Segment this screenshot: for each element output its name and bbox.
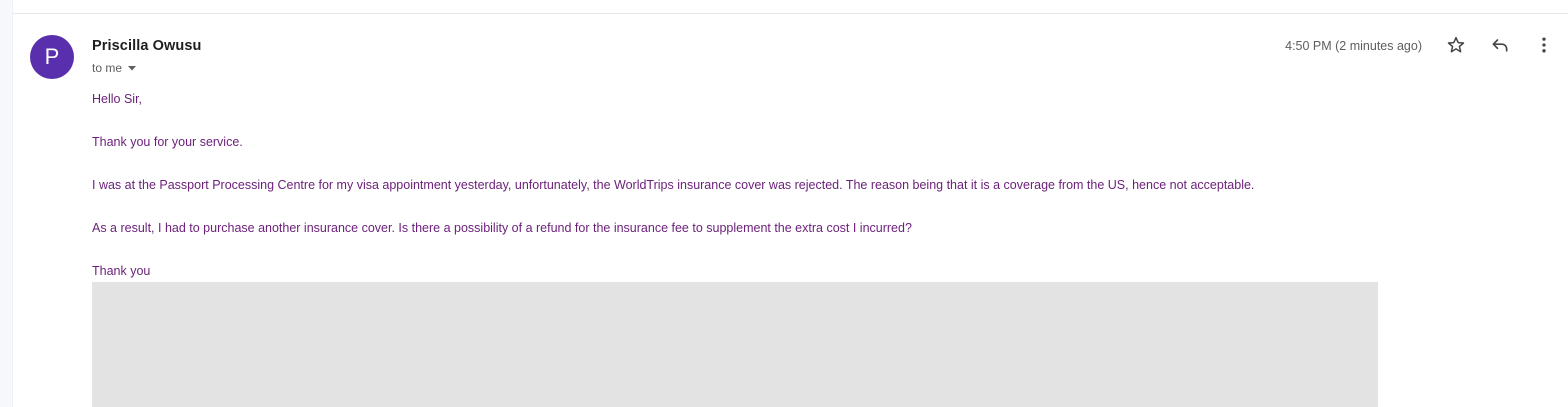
sender-name[interactable]: Priscilla Owusu (92, 38, 202, 54)
more-options-button[interactable] (1532, 35, 1556, 59)
reply-icon (1490, 35, 1510, 60)
body-line: Thank you for your service. (92, 135, 243, 149)
more-vert-icon (1534, 35, 1554, 60)
message-body: Hello Sir, Thank you for your service. I… (92, 91, 1532, 279)
reply-button[interactable] (1488, 35, 1512, 59)
body-line: As a result, I had to purchase another i… (92, 221, 912, 235)
star-button[interactable] (1444, 35, 1468, 59)
body-line: Thank you (92, 264, 151, 278)
top-divider (13, 13, 1568, 14)
sender-avatar[interactable]: P (30, 35, 74, 79)
body-line: Hello Sir, (92, 92, 143, 106)
star-icon (1446, 35, 1466, 60)
email-view: P Priscilla Owusu to me 4:50 PM (2 minut… (0, 0, 1568, 407)
recipient-label: to me (92, 61, 123, 75)
body-line: I was at the Passport Processing Centre … (92, 178, 1255, 192)
message-timestamp: 4:50 PM (2 minutes ago) (1285, 39, 1422, 53)
left-nav-edge (0, 0, 13, 407)
redacted-signature-block (92, 282, 1378, 407)
caret-down-icon[interactable] (125, 61, 139, 75)
recipient-details[interactable]: to me (92, 61, 139, 75)
